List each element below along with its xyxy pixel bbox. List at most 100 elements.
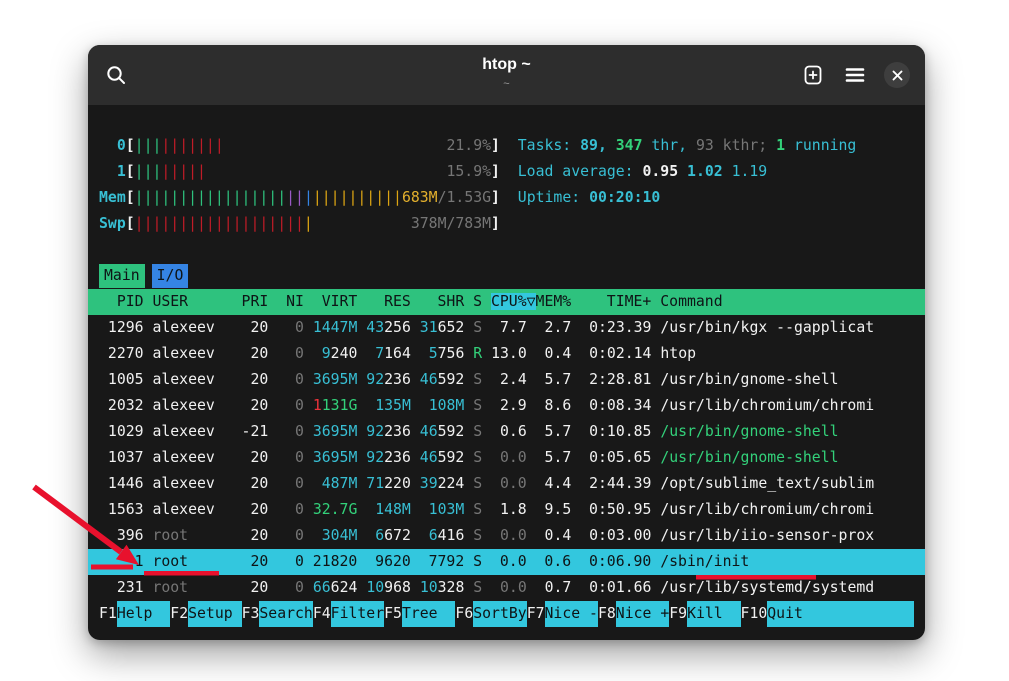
fkey-f5-tree[interactable]: Tree (402, 601, 455, 627)
text-segment: 1.02 (687, 163, 732, 180)
text-segment: 0 (277, 579, 304, 596)
process-row-1037[interactable]: 1037 alexeev 20 0 3695M 92236 46592 S 0.… (88, 445, 925, 471)
text-segment: 756 (438, 345, 465, 362)
close-button[interactable] (883, 61, 911, 89)
text-segment: 2.4 5.7 2:28.81 /usr/bin/gnome-shell (482, 371, 838, 388)
process-row-1296[interactable]: 1296 alexeev 20 0 1447M 43256 31652 S 7.… (88, 315, 925, 341)
text-segment: [ (126, 215, 135, 232)
text-segment: S (473, 371, 482, 388)
meter-bars-red: ||||||||||||||||||| (135, 215, 304, 232)
table-header[interactable]: PID USER PRI NI VIRT RES SHR S CPU%▽MEM%… (88, 289, 925, 315)
text-segment: 624 (331, 579, 358, 596)
function-key-bar: F1Help F2Setup F3SearchF4FilterF5Tree F6… (88, 601, 925, 627)
tab-main[interactable]: Main (99, 264, 145, 288)
fkey-f2-setup[interactable]: Setup (188, 601, 241, 627)
header-text[interactable]: PID USER PRI NI VIRT RES SHR S (99, 293, 491, 310)
text-segment (464, 371, 473, 388)
text-segment: 378M/783M (411, 215, 491, 232)
new-tab-button[interactable] (799, 61, 827, 89)
fkey-number-f2: F2 (170, 601, 188, 627)
meter-bars-green: ||||||||||||||||| (135, 189, 286, 206)
process-row-1[interactable]: 1 root 20 0 21820 9620 7792 S 0.0 0.6 0:… (88, 549, 925, 575)
text-segment: S 0.0 (473, 475, 526, 492)
fkey-f8-nice[interactable]: Nice + (616, 601, 669, 627)
text-segment: Swp (99, 215, 126, 232)
text-segment: 240 (331, 345, 358, 362)
fkey-number-f7: F7 (527, 601, 545, 627)
text-segment: 328 (438, 579, 465, 596)
fkey-number-f1: F1 (99, 601, 117, 627)
text-segment: 220 (384, 475, 411, 492)
process-row-1005[interactable]: 1005 alexeev 20 0 3695M 92236 46592 S 2.… (88, 367, 925, 393)
text-segment: 1 (313, 397, 322, 414)
text-segment: 1296 alexeev 20 (99, 319, 277, 336)
text-segment (357, 371, 366, 388)
text-segment (304, 501, 313, 518)
text-segment: 487M (322, 475, 358, 492)
text-segment (357, 527, 375, 544)
fkey-f3-search[interactable]: Search (259, 601, 312, 627)
text-segment: 1446 alexeev 20 (99, 475, 277, 492)
fkey-f4-filter[interactable]: Filter (331, 601, 384, 627)
screen-tabs: Main I/O (99, 263, 914, 289)
process-row-2270[interactable]: 2270 alexeev 20 0 9240 7164 5756 R 13.0 … (88, 341, 925, 367)
text-segment: 0 (277, 371, 304, 388)
text-segment: Tasks: (518, 137, 580, 154)
text-segment: 2032 alexeev 20 (99, 397, 277, 414)
text-segment (313, 215, 411, 232)
process-row-231[interactable]: 231 root 20 0 66624 10968 10328 S 0.0 0.… (88, 575, 925, 601)
menu-button[interactable] (841, 61, 869, 89)
text-segment: 9 (322, 345, 331, 362)
text-segment (464, 397, 473, 414)
text-segment (304, 475, 322, 492)
text-segment (357, 579, 366, 596)
process-row-396[interactable]: 396 root 20 0 304M 6672 6416 S 0.0 0.4 0… (88, 523, 925, 549)
process-row-2032[interactable]: 2032 alexeev 20 0 1131G 135M 108M S 2.9 … (88, 393, 925, 419)
text-segment: 416 (438, 527, 465, 544)
console-window: htop ~ ~ (88, 45, 925, 640)
text-segment: [ (126, 163, 135, 180)
text-segment (357, 423, 366, 440)
text-segment: 0.7 0:01.66 /usr/lib/systemd/systemd (527, 579, 874, 596)
text-segment: 592 (438, 371, 465, 388)
text-segment: 0 (277, 423, 304, 440)
text-segment (411, 449, 420, 466)
fkey-f7-nice[interactable]: Nice - (545, 601, 598, 627)
process-row-1029[interactable]: 1029 alexeev -21 0 3695M 92236 46592 S 0… (88, 419, 925, 445)
text-segment: 43 (366, 319, 384, 336)
fkey-f9-kill[interactable]: Kill (687, 601, 740, 627)
text-segment: S 0.0 (473, 527, 526, 544)
text-segment (464, 449, 473, 466)
text-segment: S (473, 501, 482, 518)
text-segment: [ (126, 189, 135, 206)
fkey-f10-quit[interactable]: Quit (767, 601, 914, 627)
text-segment: 3695M (313, 371, 358, 388)
text-segment (357, 319, 366, 336)
text-segment (500, 137, 518, 154)
text-segment: 1 (99, 163, 126, 180)
terminal[interactable]: 0[|||||||||| 21.9%] Tasks: 89, 347 thr, … (88, 105, 925, 640)
process-row-1446[interactable]: 1446 alexeev 20 0 487M 71220 39224 S 0.0… (88, 471, 925, 497)
fkey-f6-sortby[interactable]: SortBy (473, 601, 526, 627)
meter-1: 1[|||||||| 15.9%] Load average: 0.95 1.0… (99, 159, 914, 185)
text-segment: 20 (233, 579, 278, 596)
header-text[interactable]: MEM% TIME+ Command (536, 293, 723, 310)
search-button[interactable] (102, 61, 130, 89)
process-row-1563[interactable]: 1563 alexeev 20 0 32.7G 148M 103M S 1.8 … (88, 497, 925, 523)
fkey-f1-help[interactable]: Help (117, 601, 170, 627)
text-segment: 1.19 (732, 163, 768, 180)
spacer-line (99, 237, 914, 263)
titlebar-actions (799, 61, 911, 89)
text-segment: 164 (384, 345, 411, 362)
text-segment: 1 (776, 137, 785, 154)
tab-io[interactable]: I/O (152, 264, 189, 288)
text-segment: root (152, 527, 232, 544)
text-segment: 236 (384, 371, 411, 388)
sort-column-cpu[interactable]: CPU%▽ (491, 293, 536, 310)
text-segment: 2.9 8.6 0:08.34 /usr/lib/chromium/chromi (482, 397, 874, 414)
text-segment: 236 (384, 449, 411, 466)
text-segment (224, 137, 447, 154)
text-segment: /usr/bin/gnome-shell (660, 449, 838, 466)
meter-bars-yellow: |||||||||| (313, 189, 402, 206)
text-segment (411, 501, 429, 518)
